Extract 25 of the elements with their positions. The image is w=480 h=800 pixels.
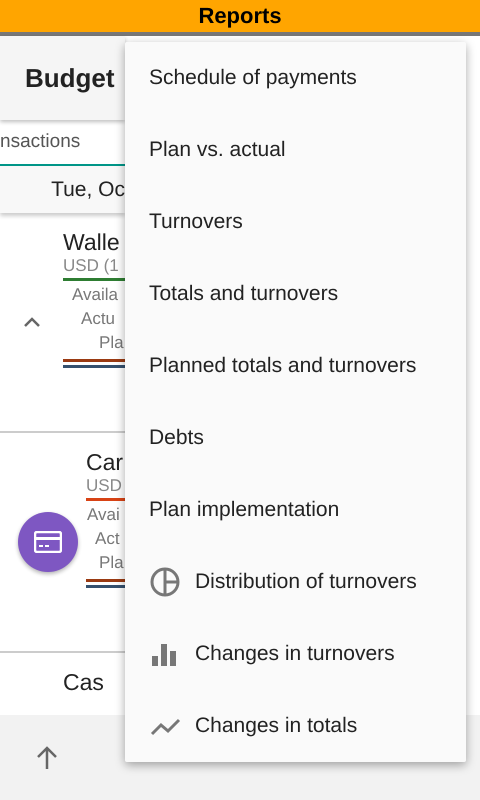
balance-label: Avai: [86, 504, 121, 525]
date-bar[interactable]: Tue, Oc: [0, 166, 125, 213]
menu-item[interactable]: Turnovers: [125, 186, 466, 258]
menu-item[interactable]: Plan implementation: [125, 474, 466, 546]
pie-chart-icon: [149, 566, 181, 598]
menu-item[interactable]: Plan vs. actual: [125, 114, 466, 186]
account-name[interactable]: Cas: [63, 669, 125, 696]
menu-item[interactable]: Changes in turnovers: [125, 618, 466, 690]
chevron-up-icon[interactable]: [22, 315, 42, 329]
menu-item[interactable]: Changes in totals: [125, 690, 466, 762]
balance-label: Pla: [98, 332, 125, 353]
screen-title: Budget: [25, 62, 115, 94]
balance-label: Pla: [98, 552, 125, 573]
menu-item[interactable]: Totals and turnovers: [125, 258, 466, 330]
menu-item[interactable]: Schedule of payments: [125, 42, 466, 114]
balance-label: Act: [94, 528, 121, 549]
status-title: Reports: [198, 3, 282, 29]
account-name[interactable]: Car: [86, 449, 125, 476]
menu-item[interactable]: Debts: [125, 402, 466, 474]
menu-item[interactable]: Distribution of turnovers: [125, 546, 466, 618]
menu-item[interactable]: Planned totals and turnovers: [125, 330, 466, 402]
balance-label: Availa: [71, 284, 119, 305]
card-avatar[interactable]: [18, 512, 78, 572]
balance-label: Actu: [80, 308, 116, 329]
account-name[interactable]: Walle: [63, 229, 125, 256]
